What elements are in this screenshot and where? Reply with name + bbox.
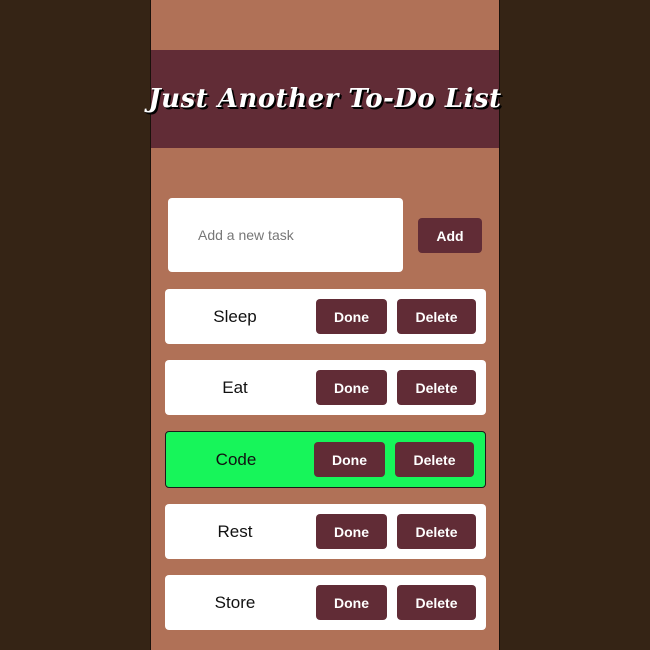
app-container: Just Another To-Do List Add Sleep Done D… (148, 0, 502, 650)
todo-item-text: Code (215, 449, 257, 469)
delete-button[interactable]: Delete (397, 585, 476, 620)
todo-item-text: Rest (217, 521, 253, 541)
done-button[interactable]: Done (316, 585, 387, 620)
delete-button[interactable]: Delete (397, 514, 476, 549)
page-title: Just Another To-Do List (148, 84, 502, 114)
todo-item-code: Code Done Delete (165, 431, 486, 488)
new-task-input[interactable] (168, 198, 403, 272)
todo-item-rest: Rest Done Delete (165, 504, 486, 559)
done-button[interactable]: Done (316, 514, 387, 549)
todo-item-text: Sleep (213, 306, 257, 326)
app-header: Just Another To-Do List (148, 50, 502, 148)
todo-item-eat: Eat Done Delete (165, 360, 486, 415)
todo-list: Sleep Done Delete Eat Done Delete Code D… (165, 289, 486, 646)
delete-button[interactable]: Delete (397, 370, 476, 405)
delete-button[interactable]: Delete (395, 442, 474, 477)
done-button[interactable]: Done (316, 370, 387, 405)
delete-button[interactable]: Delete (397, 299, 476, 334)
done-button[interactable]: Done (316, 299, 387, 334)
todo-item-text: Store (214, 592, 256, 612)
todo-item-text: Eat (222, 377, 248, 397)
todo-item-store: Store Done Delete (165, 575, 486, 630)
todo-item-sleep: Sleep Done Delete (165, 289, 486, 344)
done-button[interactable]: Done (314, 442, 385, 477)
add-task-button[interactable]: Add (418, 218, 482, 253)
